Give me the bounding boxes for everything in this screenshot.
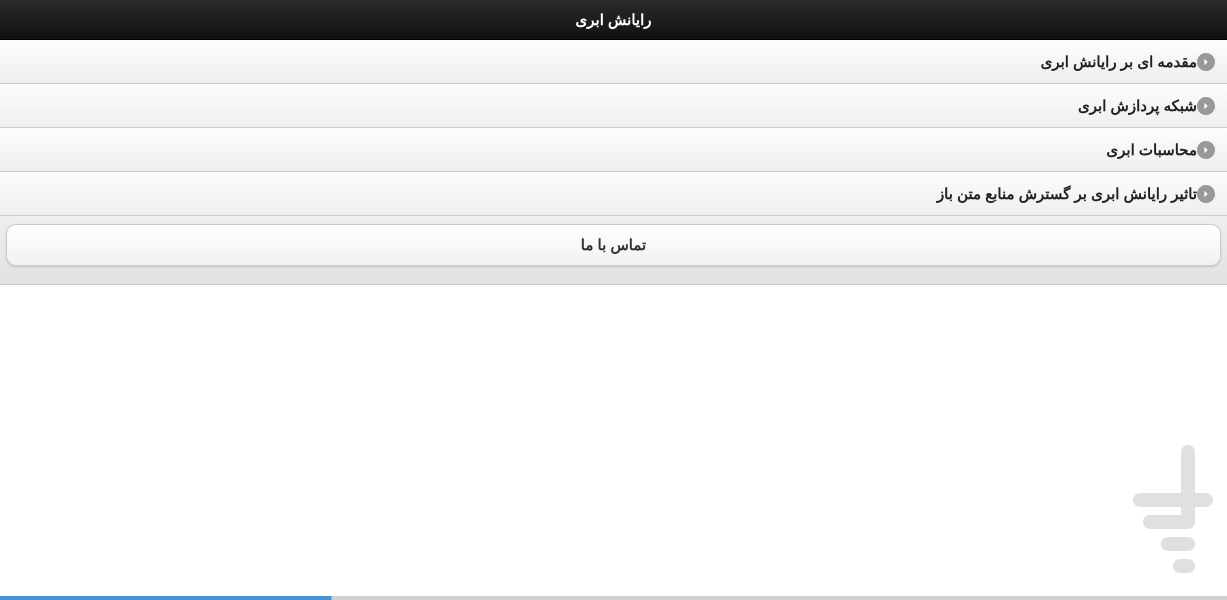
watermark-icon (1133, 445, 1213, 590)
list-item-opensource[interactable]: تاثیر رایانش ابری بر گسترش منابع متن باز (0, 172, 1227, 216)
app-title: رایانش ابری (576, 11, 652, 29)
button-container: تماس با ما (0, 216, 1227, 285)
list-item-network[interactable]: شبکه پردازش ابری (0, 84, 1227, 128)
chevron-right-icon (1197, 141, 1215, 159)
chevron-right-icon (1197, 53, 1215, 71)
menu-list: مقدمه ای بر رایانش ابری شبکه پردازش ابری… (0, 40, 1227, 216)
contact-button-label: تماس با ما (581, 236, 646, 254)
taskbar (0, 596, 1227, 600)
list-item-label: شبکه پردازش ابری (12, 97, 1197, 115)
list-item-label: محاسبات ابری (12, 141, 1197, 159)
contact-button[interactable]: تماس با ما (6, 224, 1221, 266)
app-header: رایانش ابری (0, 0, 1227, 40)
list-item-intro[interactable]: مقدمه ای بر رایانش ابری (0, 40, 1227, 84)
list-item-label: تاثیر رایانش ابری بر گسترش منابع متن باز (12, 185, 1197, 203)
chevron-right-icon (1197, 97, 1215, 115)
chevron-right-icon (1197, 185, 1215, 203)
list-item-label: مقدمه ای بر رایانش ابری (12, 53, 1197, 71)
list-item-computing[interactable]: محاسبات ابری (0, 128, 1227, 172)
